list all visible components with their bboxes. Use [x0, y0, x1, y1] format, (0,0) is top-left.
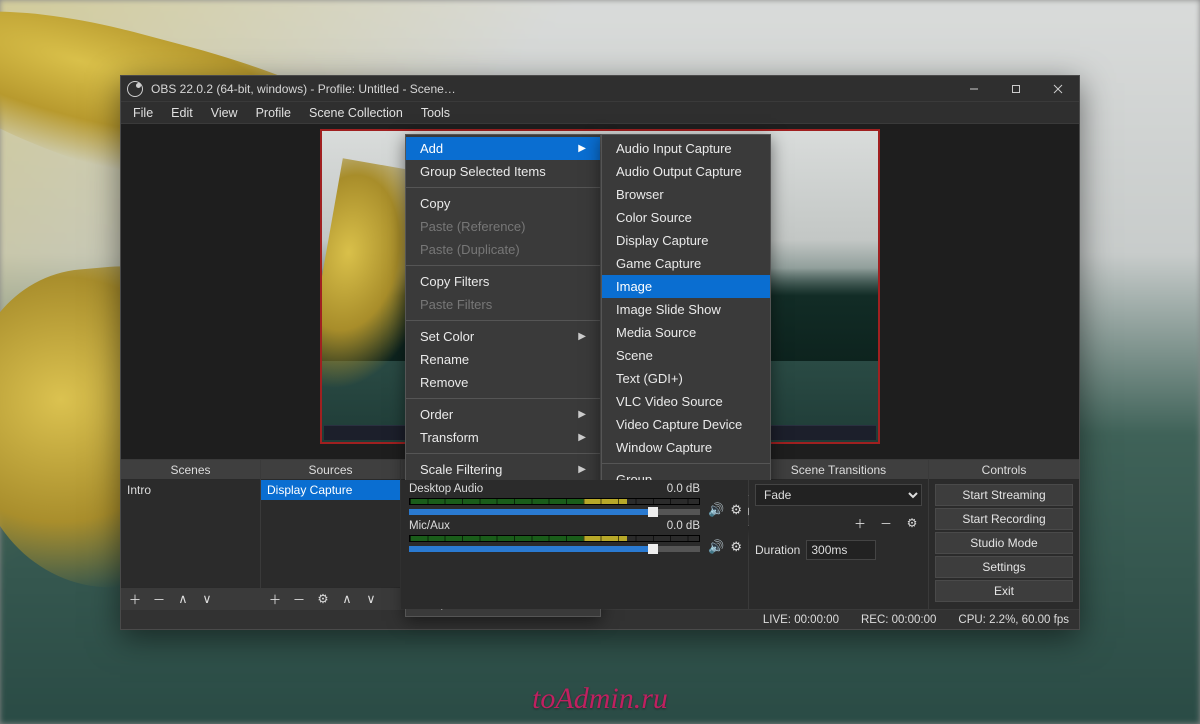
sources-list[interactable]: Display Capture: [261, 480, 400, 587]
duration-label: Duration: [755, 543, 800, 557]
mixer-channel-name: Mic/Aux: [409, 520, 450, 532]
source-move-up-button[interactable]: ∧: [337, 590, 357, 608]
gear-icon: ⚙: [317, 591, 328, 606]
studio-mode-button[interactable]: Studio Mode: [935, 532, 1073, 554]
add-source-submenu: Audio Input Capture Audio Output Capture…: [601, 134, 771, 526]
menu-file[interactable]: File: [125, 104, 161, 122]
volume-slider[interactable]: [409, 509, 700, 515]
scenes-panel: Scenes Intro ＋ － ∧ ∨: [121, 460, 261, 609]
scenes-header: Scenes: [121, 460, 260, 480]
status-live: LIVE: 00:00:00: [763, 614, 839, 626]
menu-scene-collection[interactable]: Scene Collection: [301, 104, 411, 122]
transitions-panel: Scene Transitions Fade ＋ － ⚙ Duration: [749, 460, 929, 609]
channel-settings-button[interactable]: ⚙: [730, 539, 742, 555]
start-streaming-button[interactable]: Start Streaming: [935, 484, 1073, 506]
transition-select[interactable]: Fade: [755, 484, 922, 506]
menu-view[interactable]: View: [203, 104, 246, 122]
source-settings-button[interactable]: ⚙: [313, 590, 333, 608]
audio-meter: [409, 535, 700, 542]
exit-button[interactable]: Exit: [935, 580, 1073, 602]
source-item[interactable]: Display Capture: [261, 480, 400, 500]
titlebar: OBS 22.0.2 (64-bit, windows) - Profile: …: [121, 76, 1079, 102]
settings-button[interactable]: Settings: [935, 556, 1073, 578]
sources-panel: Sources Display Capture ＋ － ⚙ ∧ ∨: [261, 460, 401, 609]
add-video-capture-device[interactable]: Video Capture Device: [602, 413, 770, 436]
maximize-button[interactable]: [995, 76, 1037, 102]
add-text-gdi[interactable]: Text (GDI+): [602, 367, 770, 390]
status-rec: REC: 00:00:00: [861, 614, 936, 626]
ctx-group-selected[interactable]: Group Selected Items: [406, 160, 600, 183]
source-remove-button[interactable]: －: [289, 590, 309, 608]
scenes-list[interactable]: Intro: [121, 480, 260, 587]
window-title: OBS 22.0.2 (64-bit, windows) - Profile: …: [151, 82, 456, 96]
mixer-channel-desktop: Desktop Audio 0.0 dB 🔊 ⚙: [401, 480, 748, 517]
close-button[interactable]: [1037, 76, 1079, 102]
source-move-down-button[interactable]: ∨: [361, 590, 381, 608]
mute-button[interactable]: 🔊: [708, 502, 724, 518]
status-cpu: CPU: 2.2%, 60.00 fps: [958, 614, 1069, 626]
menu-tools[interactable]: Tools: [413, 104, 458, 122]
add-game-capture[interactable]: Game Capture: [602, 252, 770, 275]
add-media-source[interactable]: Media Source: [602, 321, 770, 344]
ctx-copy-filters[interactable]: Copy Filters: [406, 270, 600, 293]
minimize-button[interactable]: [953, 76, 995, 102]
ctx-transform[interactable]: Transform▶: [406, 426, 600, 449]
ctx-rename[interactable]: Rename: [406, 348, 600, 371]
mixer-channel-level: 0.0 dB: [667, 483, 700, 495]
scene-add-button[interactable]: ＋: [125, 590, 145, 608]
start-recording-button[interactable]: Start Recording: [935, 508, 1073, 530]
add-image[interactable]: Image: [602, 275, 770, 298]
source-add-button[interactable]: ＋: [265, 590, 285, 608]
dock: Scenes Intro ＋ － ∧ ∨ Sources Display Cap…: [121, 459, 1079, 609]
scene-remove-button[interactable]: －: [149, 590, 169, 608]
add-color-source[interactable]: Color Source: [602, 206, 770, 229]
channel-settings-button[interactable]: ⚙: [730, 502, 742, 518]
transitions-header: Scene Transitions: [749, 460, 928, 480]
transition-add-button[interactable]: ＋: [850, 514, 870, 532]
add-window-capture[interactable]: Window Capture: [602, 436, 770, 459]
add-audio-input-capture[interactable]: Audio Input Capture: [602, 137, 770, 160]
add-scene[interactable]: Scene: [602, 344, 770, 367]
menu-profile[interactable]: Profile: [248, 104, 299, 122]
add-vlc-video-source[interactable]: VLC Video Source: [602, 390, 770, 413]
audio-meter: [409, 498, 700, 505]
add-display-capture[interactable]: Display Capture: [602, 229, 770, 252]
transition-remove-button[interactable]: －: [876, 514, 896, 532]
duration-input[interactable]: [806, 540, 876, 560]
add-browser[interactable]: Browser: [602, 183, 770, 206]
ctx-copy[interactable]: Copy: [406, 192, 600, 215]
ctx-set-color[interactable]: Set Color▶: [406, 325, 600, 348]
scene-move-down-button[interactable]: ∨: [197, 590, 217, 608]
controls-header: Controls: [929, 460, 1079, 480]
menu-edit[interactable]: Edit: [163, 104, 201, 122]
ctx-paste-reference: Paste (Reference): [406, 215, 600, 238]
ctx-paste-duplicate: Paste (Duplicate): [406, 238, 600, 261]
volume-slider[interactable]: [409, 546, 700, 552]
transition-settings-button[interactable]: ⚙: [902, 514, 922, 532]
scene-move-up-button[interactable]: ∧: [173, 590, 193, 608]
mixer-channel-name: Desktop Audio: [409, 483, 483, 495]
sources-header: Sources: [261, 460, 400, 480]
preview-area[interactable]: Add▶ Group Selected Items Copy Paste (Re…: [121, 124, 1079, 459]
ctx-order[interactable]: Order▶: [406, 403, 600, 426]
ctx-add[interactable]: Add▶: [406, 137, 600, 160]
watermark: toAdmin.ru: [532, 682, 668, 716]
scene-item[interactable]: Intro: [121, 480, 260, 500]
mute-button[interactable]: 🔊: [708, 539, 724, 555]
menubar: File Edit View Profile Scene Collection …: [121, 102, 1079, 124]
obs-window: OBS 22.0.2 (64-bit, windows) - Profile: …: [120, 75, 1080, 630]
ctx-paste-filters: Paste Filters: [406, 293, 600, 316]
obs-logo-icon: [127, 81, 143, 97]
add-audio-output-capture[interactable]: Audio Output Capture: [602, 160, 770, 183]
mixer-panel: Mixer Desktop Audio 0.0 dB 🔊 ⚙: [401, 460, 749, 609]
mixer-channel-level: 0.0 dB: [667, 520, 700, 532]
ctx-scale-filtering[interactable]: Scale Filtering▶: [406, 458, 600, 481]
ctx-remove[interactable]: Remove: [406, 371, 600, 394]
add-image-slide-show[interactable]: Image Slide Show: [602, 298, 770, 321]
mixer-channel-mic: Mic/Aux 0.0 dB 🔊 ⚙: [401, 517, 748, 554]
controls-panel: Controls Start Streaming Start Recording…: [929, 460, 1079, 609]
